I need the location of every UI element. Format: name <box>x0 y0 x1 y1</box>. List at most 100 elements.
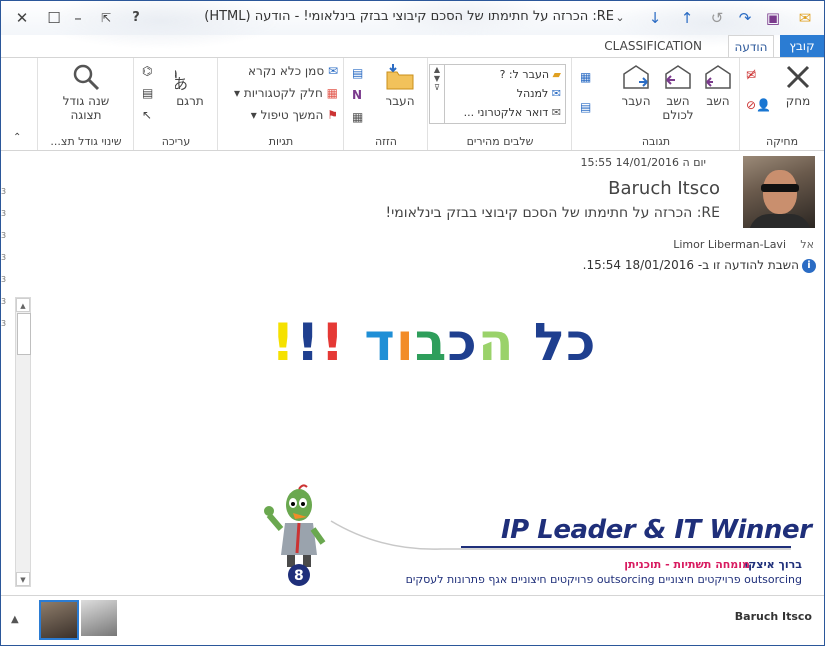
save-icon[interactable]: ▣ <box>764 9 782 27</box>
mark-unread-button[interactable]: ✉ סמן כלא נקרא <box>248 64 338 78</box>
select-button[interactable]: ↖ <box>142 108 152 122</box>
onenote-button[interactable]: N <box>352 88 362 102</box>
avatar-face <box>763 170 797 214</box>
quick-step-item[interactable]: ✉ למנהל <box>444 84 565 103</box>
quick-step-label: העבר ל: ? <box>499 68 550 81</box>
chevron-down-icon: ▾ <box>234 86 241 100</box>
zoom-group: שנה גודל תצוגה שינוי גודל תצ... <box>37 58 134 150</box>
tab-message[interactable]: הודעה <box>728 35 774 58</box>
zoom-button[interactable]: שנה גודל תצוגה <box>48 62 124 122</box>
background-window-edge: 3333333 <box>1 187 7 328</box>
flag-icon: ⚑ <box>327 108 338 122</box>
close-icon[interactable]: ✕ <box>13 9 31 27</box>
ignore-icon: ✉̸ <box>746 68 757 82</box>
quick-steps-scroll[interactable]: ▲ ▼ ⊽ <box>430 65 445 123</box>
info-icon: i <box>802 258 816 273</box>
people-pane-name[interactable]: Baruch Itsco <box>735 610 812 623</box>
greeting-letter: ! <box>271 313 296 373</box>
rules-icon: ▤ <box>352 66 364 80</box>
more-respond-button[interactable]: ▤ <box>580 100 591 114</box>
sender-name[interactable]: Baruch Itsco <box>608 178 720 199</box>
categorize-button[interactable]: ▦ חלק לקטגוריות ▾ <box>234 86 338 100</box>
message-scrollbar[interactable]: ▲ ▼ <box>15 297 31 587</box>
greeting-letter: ! <box>295 313 321 373</box>
folder-icon: ▰ <box>552 68 561 81</box>
reply-all-icon <box>665 65 691 89</box>
greeting-letter <box>515 313 534 373</box>
find-button[interactable]: ⌬ <box>142 64 152 78</box>
reply-label: השב <box>706 94 730 108</box>
rules-button[interactable]: ▤ <box>352 66 363 80</box>
reply-button[interactable]: השב <box>700 62 736 108</box>
signature-role: מומחה תשתיות - תוכניתן <box>624 558 750 571</box>
greeting-text: כל הכבוד !!! <box>271 313 597 373</box>
greeting-letter <box>345 313 364 373</box>
ribbon-display-options-icon[interactable]: ⇱ <box>97 9 115 27</box>
qat-dropdown-icon[interactable]: ⌄ <box>611 9 629 27</box>
expand-people-pane-icon[interactable]: ▲ <box>11 614 19 625</box>
chevron-down-icon: ▾ <box>250 108 257 122</box>
outlook-message-window: ✕ ☐ – ⇱ ? RE: הכרזה על חתימתו של הסכם קי… <box>0 0 825 646</box>
signature-name: ברוך איצקו <box>744 558 802 571</box>
next-item-icon[interactable]: ↓ <box>646 9 664 27</box>
delete-group: מחק ✉̸ 👤⊘ מחיקה <box>739 58 824 150</box>
quick-step-item[interactable]: ▰ העבר ל: ? <box>444 65 565 84</box>
delete-button[interactable]: מחק <box>778 62 818 108</box>
greeting-letter: ו <box>395 313 415 373</box>
reply-all-button[interactable]: השב לכולם <box>658 62 698 122</box>
redo-icon[interactable]: ↷ <box>736 9 754 27</box>
email-icon: ✉ <box>551 106 561 119</box>
meeting-button[interactable]: ▦ <box>580 70 591 84</box>
previous-item-icon[interactable]: ↑ <box>678 9 696 27</box>
to-label: אל <box>800 238 814 251</box>
delete-icon <box>786 65 810 89</box>
translate-button[interactable]: a あ תרגם <box>170 62 210 108</box>
delete-label: מחק <box>785 94 811 108</box>
help-icon[interactable]: ? <box>127 9 145 27</box>
maximize-icon[interactable]: ☐ <box>45 9 63 27</box>
junk-button[interactable]: 👤⊘ <box>746 98 771 112</box>
quick-step-label: דואר אלקטרוני ... <box>463 106 549 119</box>
zoom-label: שנה גודל תצוגה <box>62 94 110 122</box>
sender-photo <box>743 156 815 228</box>
forward-button[interactable]: העבר <box>618 62 654 108</box>
related-button[interactable]: ▤ <box>142 86 153 100</box>
tags-group-label: תגיות <box>268 135 294 148</box>
actions-button[interactable]: ▦ <box>352 110 363 124</box>
move-button[interactable]: העבר <box>380 62 420 108</box>
binoculars-icon: ⌬ <box>142 64 153 78</box>
reply-all-label: השב לכולם <box>662 94 694 122</box>
follow-up-button[interactable]: ⚑ המשך טיפול ▾ <box>251 108 338 122</box>
cursor-icon: ↖ <box>142 108 153 122</box>
respond-group-label: תגובה <box>641 135 671 148</box>
mark-unread-label: סמן כלא נקרא <box>247 64 325 78</box>
greeting-letter: כל <box>533 313 597 373</box>
scroll-up-arrow-icon[interactable]: ▲ <box>16 298 30 312</box>
scroll-thumb[interactable] <box>17 313 31 355</box>
people-pane: ▲ Baruch Itsco <box>1 595 824 645</box>
tab-file[interactable]: קובץ <box>780 35 824 57</box>
move-group-label: הזזה <box>375 135 397 148</box>
translate-icon: a あ <box>175 64 188 92</box>
info-bar[interactable]: iהשבת להודעה זו ב- 18/01/2016 15:54. <box>583 258 816 273</box>
greeting-letter: ה <box>477 313 515 373</box>
collapse-ribbon-icon[interactable]: ⌃ <box>13 132 21 143</box>
delete-group-label: מחיקה <box>765 135 799 148</box>
avatar-glasses <box>761 184 799 192</box>
tab-classification[interactable]: CLASSIFICATION <box>594 35 712 57</box>
junk-icon: 👤⊘ <box>746 98 771 112</box>
scroll-down-arrow-icon[interactable]: ▼ <box>16 572 30 586</box>
editing-group-label: עריכה <box>161 135 191 148</box>
minimize-icon[interactable]: – <box>69 9 87 27</box>
ignore-button[interactable]: ✉̸ <box>746 68 756 82</box>
people-photo-recipient[interactable] <box>81 600 117 636</box>
related-icon: ▤ <box>142 86 154 100</box>
quick-step-label: למנהל <box>516 87 549 100</box>
people-photo-sender[interactable] <box>39 600 79 640</box>
greeting-letter: כ <box>447 313 478 373</box>
move-label: העבר <box>385 94 415 108</box>
to-recipient[interactable]: Limor Liberman-Lavi <box>673 238 786 251</box>
more-respond-icon: ▤ <box>580 100 592 114</box>
quick-step-item[interactable]: ✉ דואר אלקטרוני ... <box>444 103 565 122</box>
undo-icon[interactable]: ↺ <box>708 9 726 27</box>
